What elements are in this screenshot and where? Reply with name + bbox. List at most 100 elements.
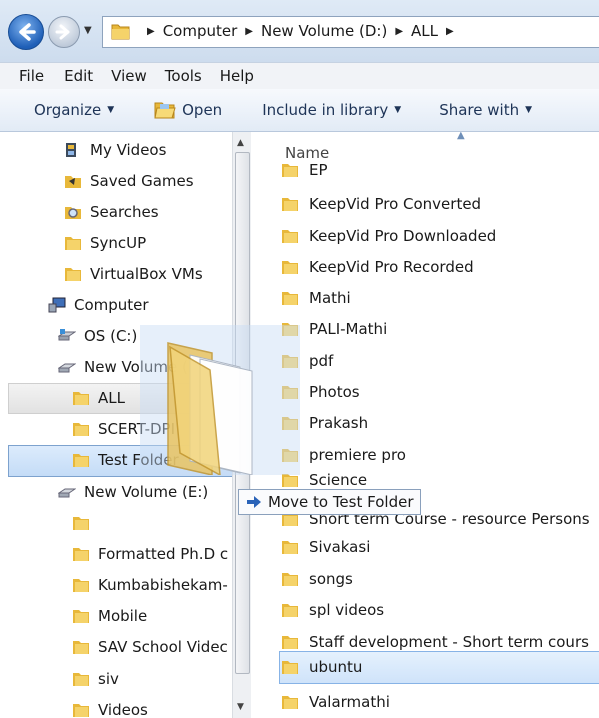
open-folder-icon xyxy=(154,102,176,119)
breadcrumb-arrow-icon[interactable]: ▶ xyxy=(147,26,155,37)
nav-item-label: VirtualBox VMs xyxy=(90,265,203,283)
nav-item-label: OS (C:) xyxy=(84,327,138,345)
nav-item-searches[interactable]: Searches xyxy=(64,197,159,227)
nav-item-saved-games[interactable]: Saved Games xyxy=(64,166,194,196)
nav-item-kumbabishekam[interactable]: Kumbabishekam- xyxy=(72,570,228,600)
folder-icon xyxy=(73,610,89,623)
file-item-label: PALI-Mathi xyxy=(309,320,388,338)
folder-icon xyxy=(73,517,89,530)
file-item-label: spl videos xyxy=(309,601,385,619)
back-button[interactable] xyxy=(8,14,44,50)
drag-ghost xyxy=(140,325,300,477)
nav-item-label: Computer xyxy=(74,296,149,314)
nav-item-videos[interactable]: Videos xyxy=(72,695,148,718)
file-item-keepvid-recorded[interactable]: KeepVid Pro Recorded xyxy=(281,253,474,281)
file-item-sivakasi[interactable]: Sivakasi xyxy=(281,533,370,561)
include-in-library-button[interactable]: Include in library ▼ xyxy=(262,101,401,119)
menu-view[interactable]: View xyxy=(102,67,156,85)
folder-icon xyxy=(282,604,298,617)
folder-icon xyxy=(73,548,89,561)
breadcrumb-arrow-icon[interactable]: ▶ xyxy=(395,26,403,37)
file-item-label: songs xyxy=(309,570,353,588)
file-item-songs[interactable]: songs xyxy=(281,565,353,593)
nav-item-mobile[interactable]: Mobile xyxy=(72,601,147,631)
nav-item-formatted-phd[interactable]: Formatted Ph.D c xyxy=(72,539,228,569)
nav-item-all[interactable]: ALL xyxy=(72,383,125,413)
menu-tools[interactable]: Tools xyxy=(156,67,211,85)
nav-item-computer[interactable]: Computer xyxy=(48,290,149,320)
include-in-library-label: Include in library xyxy=(262,101,389,119)
file-item-label: Staff development - Short term cours xyxy=(309,633,589,651)
open-label: Open xyxy=(182,101,223,119)
file-item-mathi[interactable]: Mathi xyxy=(281,284,351,312)
menu-file[interactable]: File xyxy=(0,67,55,85)
file-item-ubuntu[interactable]: ubuntu xyxy=(281,653,362,681)
breadcrumb: ▶ Computer ▶ New Volume (D:) ▶ ALL ▶ xyxy=(139,22,462,40)
folder-icon xyxy=(282,661,298,674)
folder-icon xyxy=(282,541,298,554)
folder-icon xyxy=(73,423,89,436)
file-list-pane: ▲ Name EP KeepVid Pro Converted KeepVid … xyxy=(251,132,599,718)
nav-item-label: Saved Games xyxy=(90,172,194,190)
organize-label: Organize xyxy=(34,101,102,119)
file-item-label: Sivakasi xyxy=(309,538,371,556)
folder-icon xyxy=(73,641,89,654)
folder-icon xyxy=(282,573,298,586)
share-with-label: Share with xyxy=(439,101,520,119)
breadcrumb-arrow-icon[interactable]: ▶ xyxy=(245,26,253,37)
file-item-staff-development[interactable]: Staff development - Short term cours xyxy=(281,628,589,656)
column-header-name[interactable]: ▲ Name xyxy=(251,132,599,162)
folder-icon xyxy=(282,636,298,649)
forward-button[interactable] xyxy=(48,16,80,48)
menu-bar: File Edit View Tools Help xyxy=(0,62,599,89)
address-row: ▼ ▶ Computer ▶ New Volume (D:) ▶ ALL ▶ xyxy=(0,0,599,62)
move-arrow-icon xyxy=(247,496,261,508)
share-with-button[interactable]: Share with ▼ xyxy=(439,101,532,119)
nav-item-my-videos[interactable]: My Videos xyxy=(64,135,166,165)
nav-item-unnamed-folder[interactable] xyxy=(72,508,98,538)
menu-help[interactable]: Help xyxy=(211,67,263,85)
nav-item-new-volume-e[interactable]: New Volume (E:) xyxy=(58,477,208,507)
chevron-down-icon: ▼ xyxy=(525,105,533,115)
open-button[interactable]: Open xyxy=(154,101,222,119)
nav-item-sav-school-videos[interactable]: SAV School Videc xyxy=(72,632,228,662)
file-item-label: KeepVid Pro Downloaded xyxy=(309,227,497,245)
nav-item-os-c[interactable]: OS (C:) xyxy=(58,321,137,351)
file-item-label: Valarmathi xyxy=(309,693,390,711)
file-item-spl-videos[interactable]: spl videos xyxy=(281,596,384,624)
breadcrumb-all[interactable]: ALL xyxy=(411,22,438,40)
video-library-icon xyxy=(66,143,76,157)
scroll-down-arrow-icon[interactable]: ▼ xyxy=(237,702,244,712)
file-item-keepvid-downloaded[interactable]: KeepVid Pro Downloaded xyxy=(281,222,496,250)
nav-item-siv[interactable]: siv xyxy=(72,664,119,694)
menu-edit[interactable]: Edit xyxy=(55,67,102,85)
nav-item-virtualbox-vms[interactable]: VirtualBox VMs xyxy=(64,259,203,289)
chevron-down-icon: ▼ xyxy=(394,105,402,115)
file-item-label: Mathi xyxy=(309,289,351,307)
nav-item-syncup[interactable]: SyncUP xyxy=(64,228,146,258)
organize-button[interactable]: Organize ▼ xyxy=(34,101,114,119)
drive-icon xyxy=(58,363,76,373)
folder-icon xyxy=(111,24,130,40)
file-item-keepvid-converted[interactable]: KeepVid Pro Converted xyxy=(281,190,481,218)
address-bar[interactable]: ▶ Computer ▶ New Volume (D:) ▶ ALL ▶ xyxy=(102,16,599,48)
computer-icon xyxy=(48,297,66,313)
file-item-label: Photos xyxy=(309,383,360,401)
folder-icon xyxy=(282,696,298,709)
file-item-ep[interactable]: EP xyxy=(281,160,328,180)
folder-icon xyxy=(282,198,298,211)
folder-icon xyxy=(73,454,89,467)
folder-icon xyxy=(73,673,89,686)
nav-item-label: SyncUP xyxy=(90,234,147,252)
breadcrumb-computer[interactable]: Computer xyxy=(163,22,238,40)
recent-pages-dropdown-icon[interactable]: ▼ xyxy=(84,25,92,36)
file-item-label: EP xyxy=(309,161,328,179)
dragged-folder-icon xyxy=(167,342,253,477)
folder-icon xyxy=(282,261,298,274)
breadcrumb-arrow-icon[interactable]: ▶ xyxy=(446,26,454,37)
file-item-valarmathi[interactable]: Valarmathi xyxy=(281,688,390,716)
scroll-up-arrow-icon[interactable]: ▲ xyxy=(237,138,244,148)
breadcrumb-new-volume-d[interactable]: New Volume (D:) xyxy=(261,22,387,40)
file-item-label: Prakash xyxy=(309,414,369,432)
nav-item-label: Mobile xyxy=(98,607,148,625)
